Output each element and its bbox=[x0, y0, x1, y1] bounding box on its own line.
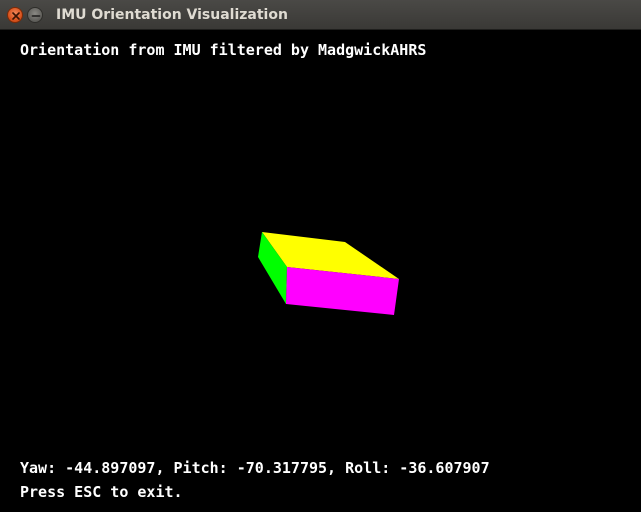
orientation-cube bbox=[258, 232, 399, 315]
minimize-window-button[interactable] bbox=[27, 7, 43, 23]
window-title: IMU Orientation Visualization bbox=[56, 7, 288, 23]
app-window: IMU Orientation Visualization Orientatio… bbox=[0, 0, 641, 512]
close-window-button[interactable] bbox=[7, 7, 23, 23]
close-icon bbox=[12, 12, 20, 20]
window-titlebar[interactable]: IMU Orientation Visualization bbox=[0, 0, 641, 30]
minimize-icon bbox=[31, 15, 41, 17]
orientation-angles-readout: Yaw: -44.897097, Pitch: -70.317795, Roll… bbox=[20, 459, 490, 477]
render-canvas: Orientation from IMU filtered by Madgwic… bbox=[0, 30, 641, 512]
exit-hint-text: Press ESC to exit. bbox=[20, 483, 183, 501]
